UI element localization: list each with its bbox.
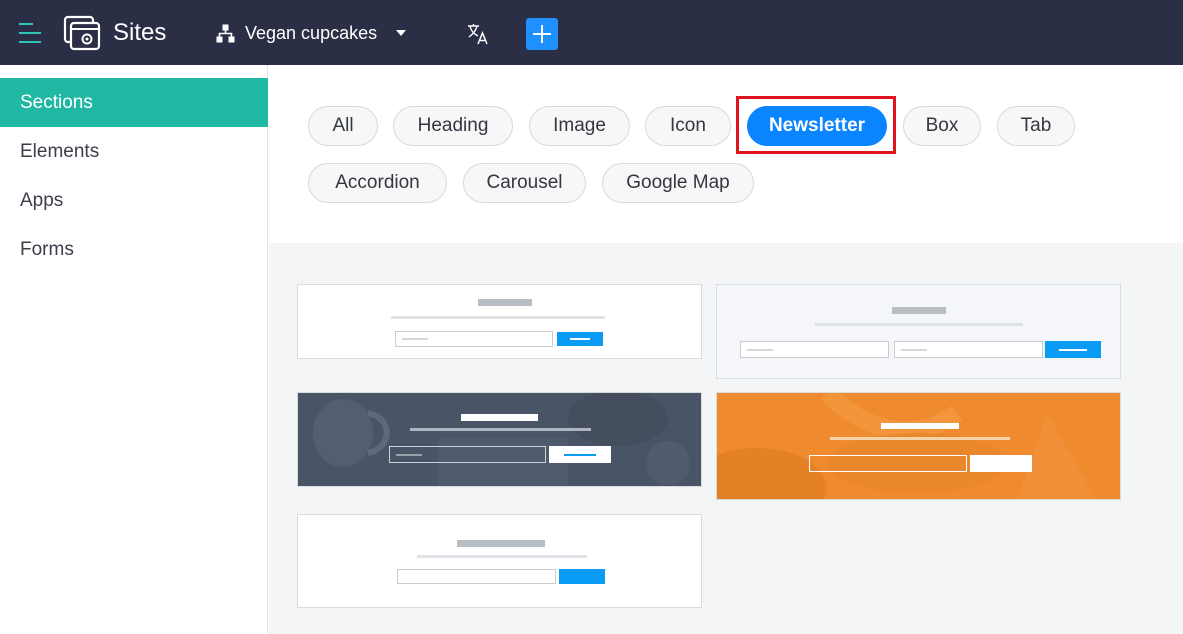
newsletter-template-3[interactable]: [297, 392, 702, 487]
filter-chip-icon[interactable]: Icon: [645, 106, 731, 146]
template-heading-placeholder: [461, 414, 538, 421]
sites-logo-icon: [63, 15, 101, 51]
category-filter-bar: All Heading Image Icon Newsletter Box Ta…: [269, 65, 1183, 243]
filter-chip-tab[interactable]: Tab: [997, 106, 1075, 146]
chevron-down-icon: [396, 30, 407, 36]
top-bar: Sites Vegan cupcakes: [0, 0, 1183, 65]
template-text-placeholder: [830, 437, 1010, 440]
template-submit-button: [1045, 341, 1101, 358]
filter-chip-google-map[interactable]: Google Map: [602, 163, 754, 203]
filter-chip-image[interactable]: Image: [529, 106, 630, 146]
template-text-placeholder: [815, 323, 1023, 326]
newsletter-template-4[interactable]: [716, 392, 1121, 500]
site-switcher[interactable]: Vegan cupcakes: [216, 18, 407, 48]
template-email-field: [894, 341, 1043, 358]
template-text-placeholder: [391, 316, 605, 319]
hamburger-menu-icon[interactable]: [19, 21, 41, 45]
newsletter-template-1[interactable]: [297, 284, 702, 359]
template-background-photo: [313, 393, 690, 486]
filter-chip-heading[interactable]: Heading: [393, 106, 513, 146]
template-heading-placeholder: [881, 423, 959, 429]
template-submit-button: [549, 446, 611, 463]
filter-chip-carousel[interactable]: Carousel: [463, 163, 586, 203]
sidebar-item-sections[interactable]: Sections: [0, 78, 268, 127]
template-submit-button: [557, 332, 603, 346]
sitemap-icon: [216, 24, 235, 42]
template-email-field: [809, 455, 967, 472]
template-heading-placeholder: [457, 540, 545, 547]
template-submit-button: [970, 455, 1032, 472]
template-email-field: [395, 331, 553, 347]
highlight-box: [736, 96, 896, 154]
add-button[interactable]: [526, 18, 558, 50]
sidebar: Sections Elements Apps Forms: [0, 65, 268, 634]
sidebar-item-elements[interactable]: Elements: [0, 127, 268, 176]
sidebar-item-apps[interactable]: Apps: [0, 176, 268, 225]
template-email-field: [397, 569, 556, 584]
sidebar-item-forms[interactable]: Forms: [0, 225, 268, 274]
site-name: Vegan cupcakes: [245, 22, 378, 43]
template-text-placeholder: [410, 428, 591, 431]
template-text-placeholder: [417, 555, 587, 558]
template-heading-placeholder: [892, 307, 946, 314]
main-panel: All Heading Image Icon Newsletter Box Ta…: [269, 65, 1183, 634]
newsletter-template-2[interactable]: [716, 284, 1121, 379]
template-submit-button: [559, 569, 605, 584]
filter-chip-box[interactable]: Box: [903, 106, 981, 146]
filter-chip-all[interactable]: All: [308, 106, 378, 146]
template-heading-placeholder: [478, 299, 532, 306]
template-name-field: [740, 341, 889, 358]
template-email-field: [389, 446, 546, 463]
filter-chip-accordion[interactable]: Accordion: [308, 163, 447, 203]
translate-icon[interactable]: [466, 22, 490, 46]
app-title: Sites: [113, 19, 167, 46]
template-background-photo: [717, 393, 1096, 499]
newsletter-template-5[interactable]: [297, 514, 702, 608]
